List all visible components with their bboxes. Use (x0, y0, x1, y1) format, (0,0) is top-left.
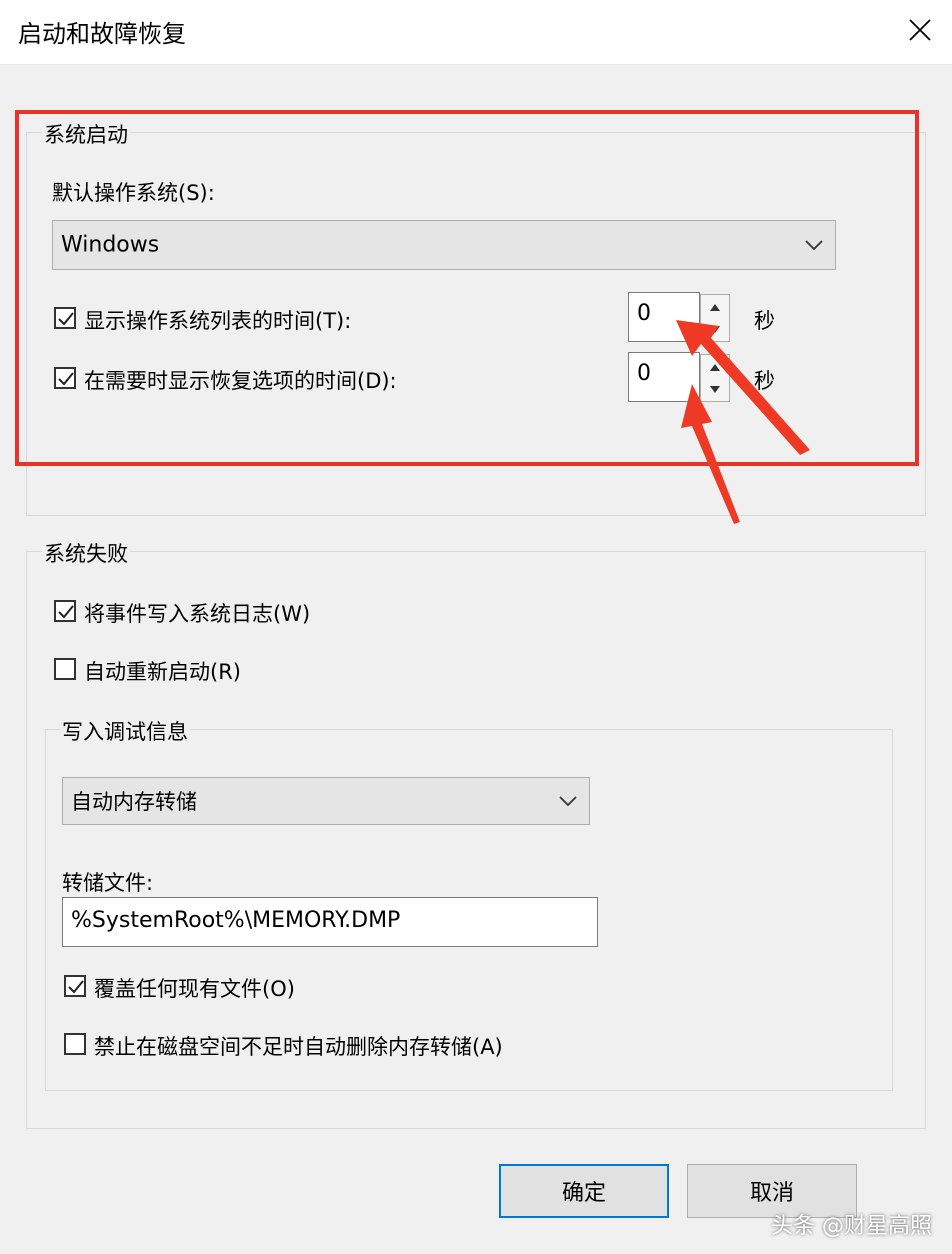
disable-auto-delete-label: 禁止在磁盘空间不足时自动删除内存转储(A) (94, 1035, 503, 1059)
dump-type-value: 自动内存转储 (71, 790, 197, 814)
checkmark-icon (58, 312, 74, 326)
default-os-combobox[interactable]: Windows (52, 220, 836, 270)
show-os-list-checkbox[interactable] (54, 307, 76, 329)
triangle-up-icon (710, 364, 720, 371)
chevron-down-icon (559, 796, 577, 806)
show-recovery-seconds-value: 0 (637, 361, 651, 386)
auto-restart-checkbox[interactable] (54, 658, 76, 680)
close-button[interactable] (888, 0, 952, 64)
dump-file-value: %SystemRoot%\MEMORY.DMP (71, 908, 401, 933)
checkmark-icon (58, 605, 74, 619)
show-os-list-seconds-input[interactable]: 0 (628, 292, 700, 342)
watermark-text: 头条 @财星高照 (771, 1214, 932, 1239)
show-os-list-spinner (700, 294, 730, 342)
show-os-list-unit: 秒 (754, 309, 775, 333)
debug-info-legend: 写入调试信息 (60, 716, 190, 746)
overwrite-label: 覆盖任何现有文件(O) (94, 977, 295, 1001)
checkmark-icon (58, 372, 74, 386)
system-startup-legend: 系统启动 (42, 119, 130, 149)
show-recovery-unit: 秒 (754, 369, 775, 393)
chevron-down-icon (805, 240, 823, 250)
triangle-down-icon (710, 326, 720, 333)
close-icon (909, 19, 931, 41)
show-recovery-label: 在需要时显示恢复选项的时间(D): (84, 369, 397, 393)
spin-down-button[interactable] (701, 318, 729, 342)
write-event-log-checkbox[interactable] (54, 600, 76, 622)
dump-type-combobox[interactable]: 自动内存转储 (62, 777, 590, 825)
show-os-list-label: 显示操作系统列表的时间(T): (84, 309, 352, 333)
show-os-list-seconds-value: 0 (637, 301, 651, 326)
dump-file-label: 转储文件: (62, 871, 154, 895)
title-bar: 启动和故障恢复 (0, 0, 952, 65)
default-os-label: 默认操作系统(S): (52, 181, 215, 205)
window-title: 启动和故障恢复 (18, 20, 186, 48)
show-recovery-spinner (700, 354, 730, 402)
spin-up-button[interactable] (701, 295, 729, 319)
overwrite-checkbox[interactable] (64, 975, 86, 997)
default-os-value: Windows (61, 232, 160, 258)
checkmark-icon (68, 980, 84, 994)
auto-restart-label: 自动重新启动(R) (84, 660, 241, 684)
show-recovery-checkbox[interactable] (54, 367, 76, 389)
spin-up-button[interactable] (701, 355, 729, 379)
triangle-up-icon (710, 304, 720, 311)
show-recovery-seconds-input[interactable]: 0 (628, 352, 700, 402)
disable-auto-delete-checkbox[interactable] (64, 1033, 86, 1055)
system-failure-legend: 系统失败 (42, 538, 130, 568)
ok-button[interactable]: 确定 (499, 1164, 669, 1218)
spin-down-button[interactable] (701, 378, 729, 402)
dump-file-input[interactable]: %SystemRoot%\MEMORY.DMP (62, 897, 598, 947)
write-event-log-label: 将事件写入系统日志(W) (84, 602, 311, 626)
startup-recovery-dialog: 启动和故障恢复 系统启动 默认操作系统(S): Windows 显示操作系统列表… (0, 0, 952, 1254)
triangle-down-icon (710, 386, 720, 393)
